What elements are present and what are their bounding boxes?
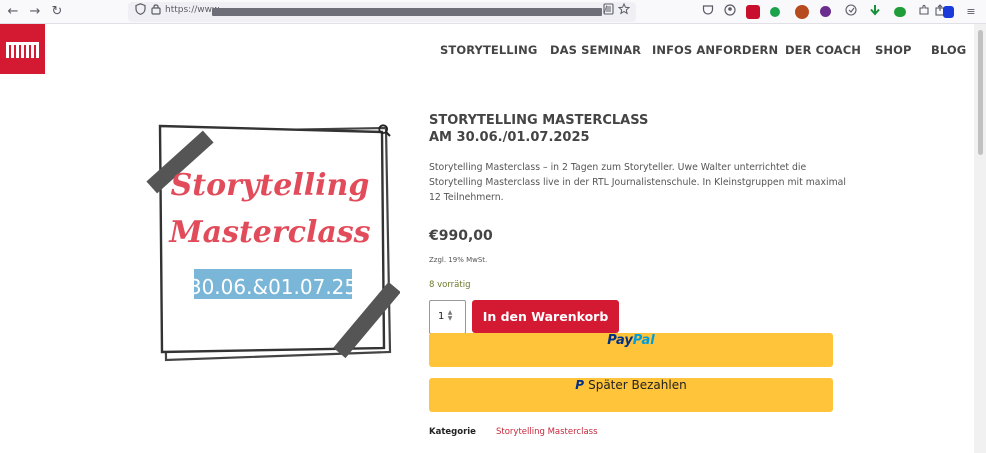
extension-3-icon[interactable]: [795, 5, 809, 19]
product-title: STORYTELLING MASTERCLASS AM 30.06./01.07…: [429, 112, 729, 146]
quantity-value[interactable]: 1: [438, 311, 444, 322]
pay-later-label: Später Bezahlen: [588, 378, 687, 392]
paypal-logo-part1: Pay: [607, 333, 633, 348]
reader-icon[interactable]: [600, 3, 616, 21]
add-to-cart-button[interactable]: In den Warenkorb: [472, 300, 619, 333]
shield-icon[interactable]: [132, 3, 148, 21]
product-title-line1: STORYTELLING MASTERCLASS: [429, 113, 649, 128]
reload-icon[interactable]: ↻: [48, 3, 66, 21]
extension-6-icon[interactable]: [894, 7, 906, 17]
account-icon[interactable]: [722, 4, 738, 20]
tax-note: Zzgl. 19% MwSt.: [429, 256, 488, 264]
paypal-p-icon: P: [575, 378, 585, 392]
browser-toolbar: ← → ↻ https://www. / ≡: [0, 0, 986, 24]
nav-blog[interactable]: BLOG: [931, 43, 966, 57]
nav-das-seminar[interactable]: DAS SEMINAR: [550, 43, 641, 57]
image-title-line1: Storytelling: [171, 168, 370, 203]
pay-later-button[interactable]: P Später Bezahlen: [429, 378, 833, 412]
nav-der-coach[interactable]: DER COACH: [785, 43, 861, 57]
category-label: Kategorie: [429, 427, 476, 437]
product-price: €990,00: [429, 228, 493, 244]
image-date-banner: 30.06.&01.07.25: [189, 275, 357, 299]
quantity-spinner-icon[interactable]: ▲ ▼: [447, 310, 453, 322]
quantity-stepper[interactable]: 1 ▲ ▼: [429, 300, 466, 334]
forward-icon[interactable]: →: [26, 3, 44, 21]
extension-4-icon[interactable]: [820, 6, 831, 17]
category-link[interactable]: Storytelling Masterclass: [496, 427, 598, 437]
extension-2-icon[interactable]: [770, 7, 780, 17]
extension-1-icon[interactable]: [746, 5, 760, 19]
pocket-icon[interactable]: [700, 4, 716, 20]
extensions-puzzle-icon[interactable]: [916, 4, 932, 20]
nav-infos-anfordern[interactable]: INFOS ANFORDERN: [652, 43, 778, 57]
product-title-line2: AM 30.06./01.07.2025: [429, 130, 590, 145]
image-title-line2: Masterclass: [168, 215, 370, 250]
paypal-button[interactable]: PayPal: [429, 333, 833, 367]
zoom-icon[interactable]: [377, 124, 391, 138]
scrollbar-thumb[interactable]: [978, 30, 983, 155]
extension-7-icon[interactable]: [943, 6, 954, 18]
extension-5-icon[interactable]: [843, 4, 859, 20]
paypal-logo-part2: Pal: [632, 333, 655, 348]
lock-icon[interactable]: [148, 3, 164, 21]
address-bar[interactable]: https://www. /: [128, 2, 636, 22]
product-description: Storytelling Masterclass – in 2 Tagen zu…: [429, 162, 846, 203]
menu-icon[interactable]: ≡: [963, 4, 979, 20]
back-icon[interactable]: ←: [4, 3, 22, 21]
logo-mark: [6, 42, 39, 58]
star-icon[interactable]: [616, 2, 632, 21]
stock-status: 8 vorrätig: [429, 280, 471, 290]
site-logo[interactable]: [0, 24, 45, 74]
download-arrow-icon[interactable]: [867, 4, 883, 20]
url-redaction: [212, 8, 602, 16]
product-image[interactable]: Storytelling Masterclass 30.06.&01.07.25: [140, 112, 401, 372]
nav-storytelling[interactable]: STORYTELLING: [440, 43, 537, 57]
nav-shop[interactable]: SHOP: [875, 43, 912, 57]
